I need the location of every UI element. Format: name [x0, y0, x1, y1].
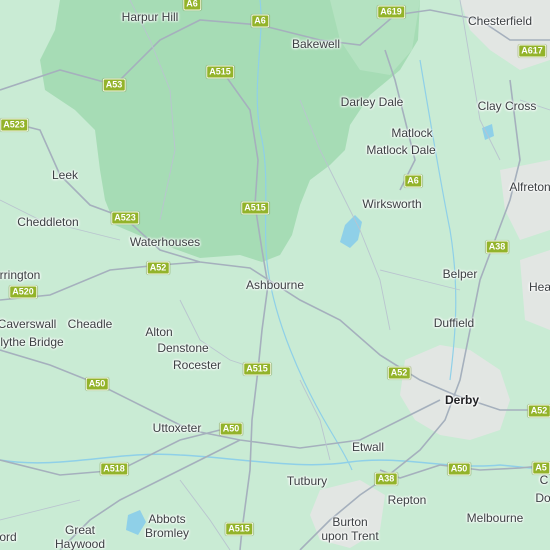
place-darley-dale: Darley Dale	[340, 95, 404, 109]
road-shield-a515: A515	[225, 522, 253, 536]
road-shield-a50: A50	[85, 377, 109, 391]
place-duffield: Duffield	[433, 316, 475, 330]
place-rocester: Rocester	[172, 358, 222, 372]
road-shield-a5: A5	[532, 461, 550, 475]
place-etwall: Etwall	[351, 440, 385, 454]
road-shield-a523: A523	[0, 118, 28, 132]
place-chaddesden: C	[539, 473, 549, 487]
place-clay-cross: Clay Cross	[477, 99, 537, 113]
place-bakewell: Bakewell	[291, 37, 341, 51]
place-harpur-hill: Harpur Hill	[121, 10, 179, 24]
road-shield-a6: A6	[183, 0, 201, 11]
place-denstone: Denstone	[157, 341, 209, 355]
place-great-haywood: Great Haywood	[54, 523, 106, 550]
place-burton-upon-trent: Burton upon Trent	[321, 515, 379, 543]
place-cheddleton: Cheddleton	[17, 215, 79, 229]
road-shield-a52: A52	[527, 404, 550, 418]
place-heanor: Hea	[528, 280, 550, 294]
place-derby: Derby	[444, 393, 480, 407]
road-shield-a53: A53	[102, 78, 126, 92]
place-melbourne: Melbourne	[466, 511, 524, 525]
place-blythe-bridge: lythe Bridge	[0, 335, 64, 349]
road-shield-a38: A38	[485, 240, 509, 254]
place-abbots-bromley: Abbots Bromley	[144, 512, 190, 540]
road-shield-a515: A515	[241, 201, 269, 215]
road-shield-a52: A52	[387, 366, 411, 380]
place-tutbury: Tutbury	[286, 474, 328, 488]
place-ashbourne: Ashbourne	[245, 278, 305, 292]
road-shield-a6: A6	[404, 174, 422, 188]
place-arrington: rrington	[0, 268, 41, 282]
place-matlock-dale: Matlock Dale	[366, 143, 436, 157]
road-shield-a52: A52	[146, 261, 170, 275]
map-canvas[interactable]: Harpur Hill Bakewell Chesterfield Darley…	[0, 0, 550, 550]
road-shield-a515: A515	[243, 362, 271, 376]
road-shield-a619: A619	[377, 5, 405, 19]
place-stafford: ord	[0, 530, 17, 544]
place-matlock: Matlock	[391, 126, 433, 140]
place-caverswall: Caverswall	[0, 317, 57, 331]
place-do: Do	[535, 491, 550, 505]
road-shield-a520: A520	[9, 285, 37, 299]
road-shield-a523: A523	[111, 211, 139, 225]
place-alton: Alton	[145, 325, 173, 339]
place-uttoxeter: Uttoxeter	[152, 421, 202, 435]
road-shield-a515: A515	[206, 65, 234, 79]
place-cheadle: Cheadle	[67, 317, 113, 331]
place-belper: Belper	[442, 267, 478, 281]
road-shield-a6: A6	[251, 14, 269, 28]
place-chesterfield: Chesterfield	[467, 14, 533, 28]
place-alfreton: Alfreton	[509, 180, 550, 194]
place-waterhouses: Waterhouses	[129, 235, 201, 249]
road-shield-a518: A518	[100, 462, 128, 476]
place-repton: Repton	[387, 493, 427, 507]
road-shield-a617: A617	[518, 44, 546, 58]
road-shield-a50: A50	[447, 462, 471, 476]
place-leek: Leek	[51, 168, 79, 182]
road-shield-a50: A50	[219, 422, 243, 436]
road-shield-a38: A38	[374, 472, 398, 486]
place-wirksworth: Wirksworth	[362, 197, 422, 211]
